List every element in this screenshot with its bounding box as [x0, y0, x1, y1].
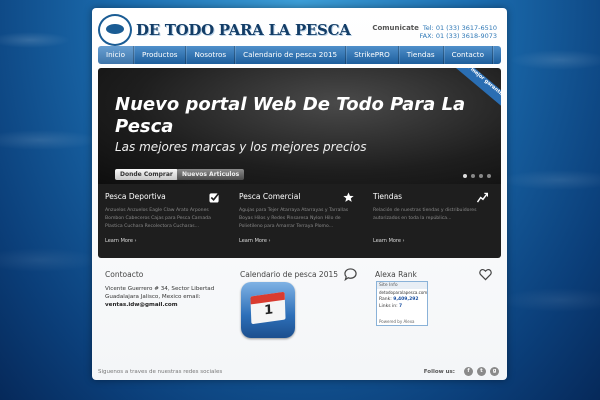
rank-label: Rank:: [379, 297, 392, 302]
alexa-widget-url: detodoparalapesca.com: [379, 290, 428, 295]
nav-item-contacto[interactable]: Contacto: [444, 46, 493, 64]
alexa-section: Alexa Rank Site Info detodoparalapesca.c…: [375, 269, 495, 326]
feature-title: Tiendas: [373, 192, 403, 201]
nav-item-inicio[interactable]: Inicio: [98, 46, 135, 64]
follow-label: Follow us:: [423, 369, 455, 375]
hero-title: Nuevo portal Web De Todo Para La Pesca: [115, 94, 466, 137]
nav-item-strikepro[interactable]: StrikePRO: [346, 46, 399, 64]
nav-item-nosotros[interactable]: Nosotros: [186, 46, 236, 64]
site-logo[interactable]: DE TODO PARA LA PESCA: [98, 14, 351, 46]
calendar-page: 1: [250, 291, 286, 325]
speech-bubble-icon: [344, 268, 357, 281]
address-line-1: Vicente Guerrero # 34, Sector Libertad: [105, 286, 215, 292]
main-nav: Inicio Productos Nosotros Calendario de …: [98, 46, 501, 64]
feature-title: Pesca Deportiva: [105, 192, 166, 201]
slider-dot[interactable]: [471, 174, 475, 178]
links-value: 7: [399, 304, 403, 309]
alexa-title: Alexa Rank: [375, 270, 417, 279]
alexa-widget[interactable]: Site Info detodoparalapesca.com Rank: 9,…: [376, 281, 428, 326]
logo-seal-icon: [98, 14, 132, 46]
footer: Siguenos a traves de nuestras redes soci…: [98, 366, 501, 378]
contact-label: Comunicate: [372, 24, 419, 32]
address-line-2: Guadalajara Jalisco, Mexico email:: [105, 294, 201, 300]
logo-text: DE TODO PARA LA PESCA: [136, 21, 351, 39]
feature-tiendas: Tiendas Relación de nuestras tiendas y d…: [366, 184, 500, 258]
feature-pesca-deportiva: Pesca Deportiva Anzuelos Anzuelos Eagle …: [98, 184, 232, 258]
star-icon: [343, 192, 354, 202]
checkbox-icon: [209, 192, 220, 203]
header-contact: Comunicate Tel: 01 (33) 3617-6510 FAX: 01…: [372, 24, 497, 40]
rank-value: 9,409,292: [393, 297, 419, 302]
nuevos-articulos-button[interactable]: Nuevos Articulos: [177, 169, 245, 180]
feature-title: Pesca Comercial: [239, 192, 301, 201]
chart-icon: [477, 192, 488, 203]
heart-icon: [479, 269, 492, 281]
features-bar: Pesca Deportiva Anzuelos Anzuelos Eagle …: [98, 184, 501, 258]
contact-fax: FAX: 01 (33) 3618-9073: [419, 32, 497, 40]
feature-text: Anzuelos Anzuelos Eagle Claw Arato Arpon…: [105, 208, 211, 229]
slider-dot[interactable]: [463, 174, 467, 178]
nav-item-productos[interactable]: Productos: [134, 46, 187, 64]
learn-more-link[interactable]: Learn More ›: [373, 238, 405, 244]
twitter-icon[interactable]: t: [477, 367, 486, 376]
footer-text: Siguenos a traves de nuestras redes soci…: [98, 369, 223, 375]
calendar-section: Calendario de pesca 2015 1: [240, 268, 365, 338]
feature-text: Relación de nuestras tiendas y distribui…: [373, 208, 477, 221]
feature-text: Agujas para Tejer Atarraya Atarrayas y T…: [239, 208, 349, 229]
page-container: DE TODO PARA LA PESCA Comunicate Tel: 01 …: [92, 8, 507, 380]
calendar-day: 1: [263, 302, 274, 319]
alexa-widget-head: Site Info: [377, 282, 427, 289]
hero-subtitle: Las mejores marcas y los mejores precios: [115, 140, 367, 154]
slider-dot[interactable]: [479, 174, 483, 178]
nav-item-calendario[interactable]: Calendario de pesca 2015: [235, 46, 347, 64]
calendar-app-icon[interactable]: 1: [241, 282, 295, 338]
alexa-links-row: Links in: 7: [377, 303, 427, 310]
nav-item-tiendas[interactable]: Tiendas: [399, 46, 444, 64]
contact-address: Vicente Guerrero # 34, Sector Libertad G…: [105, 285, 225, 309]
contact-tel: Tel: 01 (33) 3617-6510: [422, 24, 497, 32]
alexa-rank-row: Rank: 9,409,292: [377, 296, 427, 303]
alexa-powered: Powered by Alexa: [379, 319, 415, 324]
feature-pesca-comercial: Pesca Comercial Agujas para Tejer Atarra…: [232, 184, 366, 258]
contact-section: Contoacto Vicente Guerrero # 34, Sector …: [105, 270, 225, 309]
learn-more-link[interactable]: Learn More ›: [239, 238, 271, 244]
google-plus-icon[interactable]: g: [490, 367, 499, 376]
facebook-icon[interactable]: f: [464, 367, 473, 376]
hero-slider: La mejor garantia Nuevo portal Web De To…: [98, 68, 501, 184]
slider-dots: [463, 174, 491, 178]
contact-title: Contoacto: [105, 270, 144, 279]
learn-more-link[interactable]: Learn More ›: [105, 238, 137, 244]
slider-dot[interactable]: [487, 174, 491, 178]
donde-comprar-button[interactable]: Donde Comprar: [115, 169, 178, 180]
contact-email[interactable]: ventas.idw@gmail.com: [105, 302, 178, 308]
links-label: Links in:: [379, 304, 398, 309]
